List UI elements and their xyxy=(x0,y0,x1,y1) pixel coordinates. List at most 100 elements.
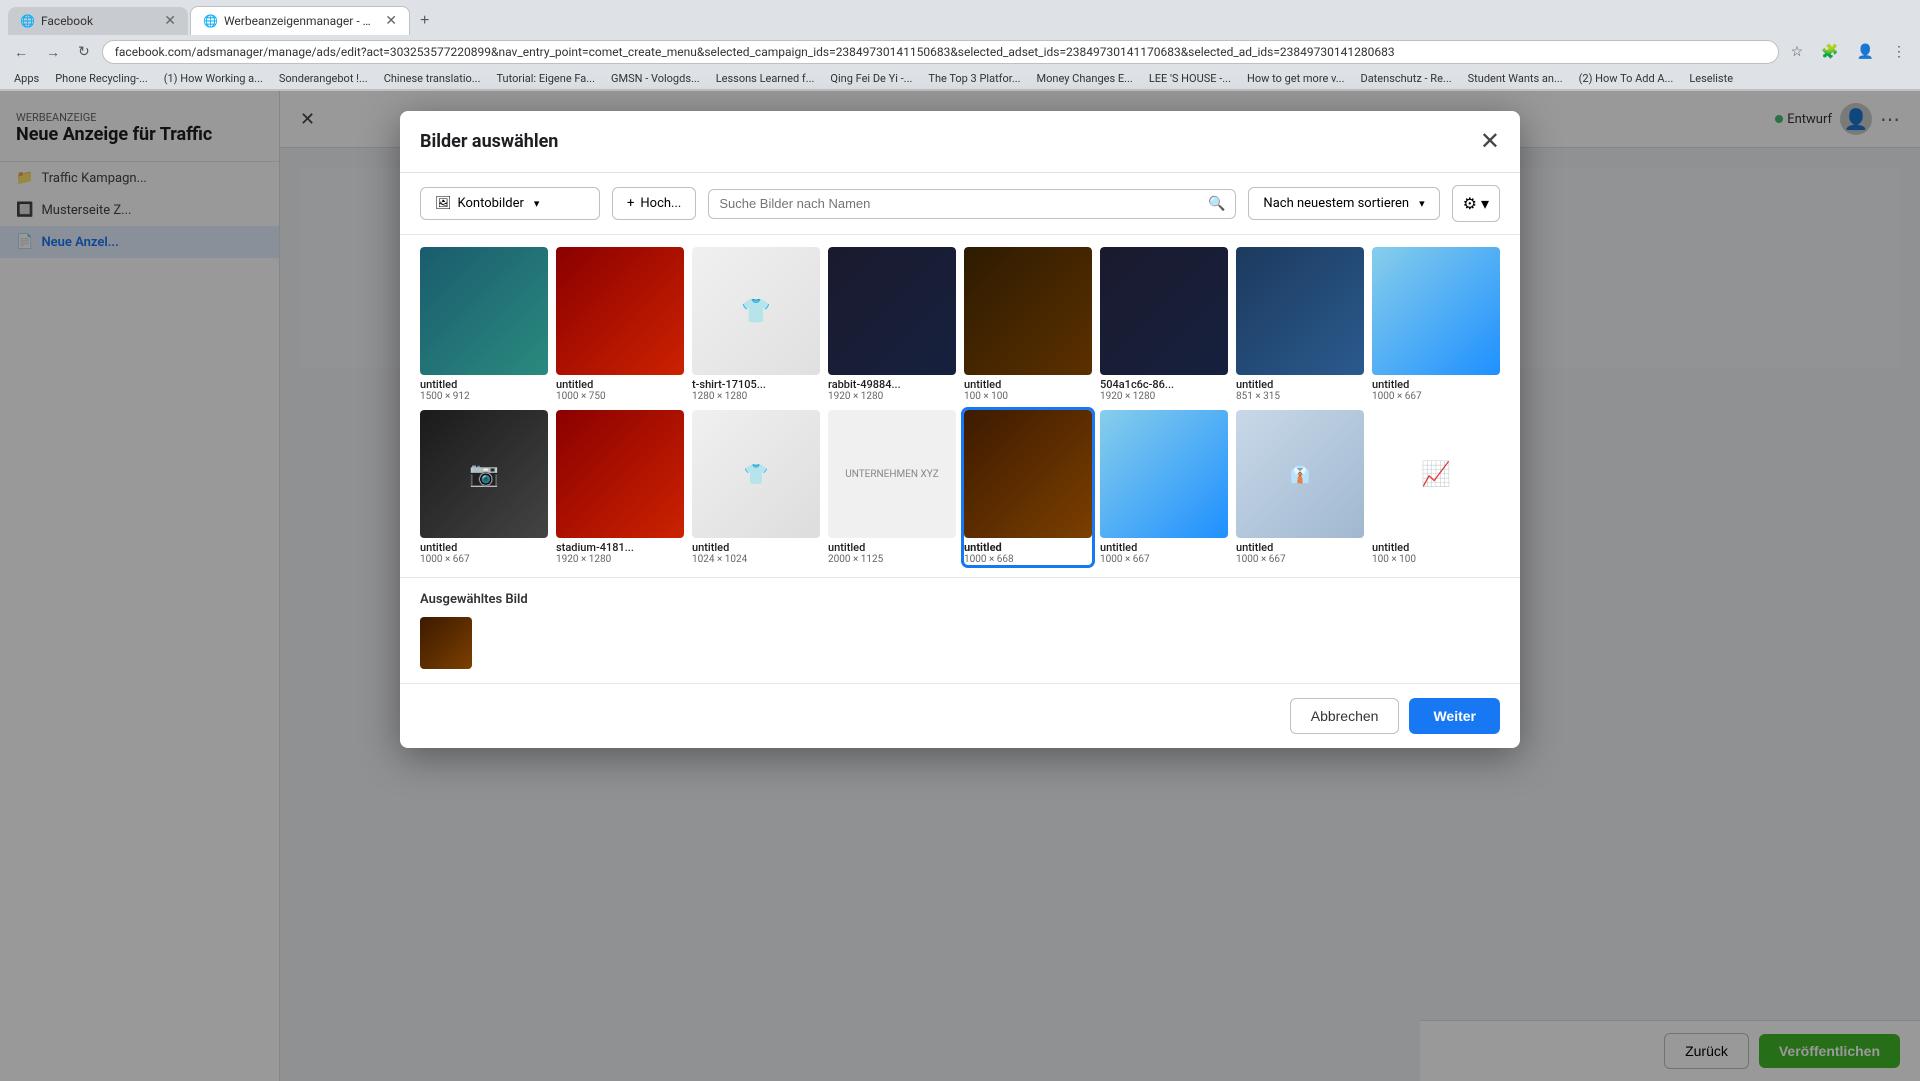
search-bar: 🔍 xyxy=(708,189,1236,219)
back-button[interactable]: ← xyxy=(8,40,34,64)
bookmark-qing[interactable]: Qing Fei De Yi -... xyxy=(824,70,918,87)
image-dims-13: 1000 × 668 xyxy=(964,554,1092,565)
modal-footer: Abbrechen Weiter xyxy=(400,683,1520,748)
image-thumb-15: 👔 xyxy=(1236,410,1364,538)
image-dims-10: 1920 × 1280 xyxy=(556,554,684,565)
bookmark-phone[interactable]: Phone Recycling-... xyxy=(49,70,154,87)
image-item-16[interactable]: 📈 untitled 100 × 100 xyxy=(1372,410,1500,565)
forward-button[interactable]: → xyxy=(40,40,66,64)
bookmark-student[interactable]: Student Wants an... xyxy=(1462,70,1569,87)
image-dims-12: 2000 × 1125 xyxy=(828,554,956,565)
image-label-7: untitled xyxy=(1236,378,1364,391)
image-modal-close[interactable]: ✕ xyxy=(1480,127,1500,156)
image-item-1[interactable]: untitled 1500 × 912 xyxy=(420,247,548,402)
image-label-5: untitled xyxy=(964,378,1092,391)
image-label-6: 504a1c6c-86... xyxy=(1100,378,1228,391)
bookmark-more[interactable]: How to get more v... xyxy=(1241,70,1351,87)
image-dims-5: 100 × 100 xyxy=(964,391,1092,402)
tab-facebook-close[interactable]: ✕ xyxy=(164,13,176,29)
tab-ads-title: Werbeanzeigenmanager - We... xyxy=(224,14,379,28)
image-item-3[interactable]: 👕 t-shirt-17105... 1280 × 1280 xyxy=(692,247,820,402)
image-item-8[interactable]: untitled 1000 × 667 xyxy=(1372,247,1500,402)
tab-ads-close[interactable]: ✕ xyxy=(385,13,397,29)
bookmark-leseliste[interactable]: Leseliste xyxy=(1683,70,1739,87)
image-dims-16: 100 × 100 xyxy=(1372,554,1500,565)
sort-dropdown[interactable]: Nach neuestem sortieren ▾ xyxy=(1248,187,1439,220)
bookmark-chinese[interactable]: Chinese translatio... xyxy=(378,70,487,87)
image-thumb-2 xyxy=(556,247,684,375)
image-dims-15: 1000 × 667 xyxy=(1236,554,1364,565)
image-label-2: untitled xyxy=(556,378,684,391)
bookmark-apps[interactable]: Apps xyxy=(8,70,45,87)
new-tab-button[interactable]: + xyxy=(412,8,437,34)
selected-section: Ausgewähltes Bild xyxy=(400,577,1520,683)
image-item-11[interactable]: 👕 untitled 1024 × 1024 xyxy=(692,410,820,565)
bookmark-how[interactable]: (1) How Working a... xyxy=(158,70,269,87)
image-dims-11: 1024 × 1024 xyxy=(692,554,820,565)
bookmark-money[interactable]: Money Changes E... xyxy=(1031,70,1139,87)
image-label-12: untitled xyxy=(828,541,956,554)
search-input[interactable] xyxy=(719,196,1202,211)
source-dropdown[interactable]: 🖼 Kontobilder ▾ xyxy=(420,187,600,220)
bookmark-top3[interactable]: The Top 3 Platfor... xyxy=(922,70,1026,87)
tab-facebook[interactable]: 🌐 Facebook ✕ xyxy=(8,7,188,35)
image-label-4: rabbit-49884... xyxy=(828,378,956,391)
image-label-15: untitled xyxy=(1236,541,1364,554)
menu-button[interactable]: ⋮ xyxy=(1886,39,1912,64)
image-label-14: untitled xyxy=(1100,541,1228,554)
bookmark-how2[interactable]: (2) How To Add A... xyxy=(1573,70,1680,87)
image-item-12[interactable]: UNTERNEHMEN XYZ untitled 2000 × 1125 xyxy=(828,410,956,565)
filter-button[interactable]: ⚙ ▾ xyxy=(1452,185,1500,222)
tab-bar: 🌐 Facebook ✕ 🌐 Werbeanzeigenmanager - We… xyxy=(0,0,1920,35)
image-thumb-10 xyxy=(556,410,684,538)
image-item-13[interactable]: untitled 1000 × 668 xyxy=(964,410,1092,565)
image-item-4[interactable]: rabbit-49884... 1920 × 1280 xyxy=(828,247,956,402)
image-dims-14: 1000 × 667 xyxy=(1100,554,1228,565)
bookmark-button[interactable]: ☆ xyxy=(1785,39,1810,64)
image-toolbar: 🖼 Kontobilder ▾ + Hoch... 🔍 Nach neueste… xyxy=(400,173,1520,235)
image-modal-title: Bilder auswählen xyxy=(420,131,558,152)
image-picker-modal: Bilder auswählen ✕ 🖼 Kontobilder ▾ + Hoc… xyxy=(400,111,1520,748)
tab-ads-manager[interactable]: 🌐 Werbeanzeigenmanager - We... ✕ xyxy=(190,6,410,35)
main-content: Werbeanzeige Neue Anzeige für Traffic 📁 … xyxy=(0,91,1920,1081)
sort-label: Nach neuestem sortieren xyxy=(1263,196,1409,211)
tab-facebook-icon: 🌐 xyxy=(20,14,35,28)
image-thumb-5 xyxy=(964,247,1092,375)
reload-button[interactable]: ↻ xyxy=(72,39,96,64)
image-thumb-6 xyxy=(1100,247,1228,375)
bookmark-datenschutz[interactable]: Datenschutz - Re... xyxy=(1354,70,1457,87)
image-modal-header: Bilder auswählen ✕ xyxy=(400,111,1520,173)
address-bar[interactable]: facebook.com/adsmanager/manage/ads/edit?… xyxy=(102,40,1779,64)
image-thumb-12: UNTERNEHMEN XYZ xyxy=(828,410,956,538)
source-label: Kontobilder xyxy=(458,196,524,211)
image-thumb-16: 📈 xyxy=(1372,410,1500,538)
image-item-5[interactable]: untitled 100 × 100 xyxy=(964,247,1092,402)
image-item-2[interactable]: untitled 1000 × 750 xyxy=(556,247,684,402)
image-dims-7: 851 × 315 xyxy=(1236,391,1364,402)
image-item-14[interactable]: untitled 1000 × 667 xyxy=(1100,410,1228,565)
image-thumb-11: 👕 xyxy=(692,410,820,538)
upload-button[interactable]: + Hoch... xyxy=(612,187,696,220)
bookmark-lessons[interactable]: Lessons Learned f... xyxy=(710,70,821,87)
image-thumb-9: 📷 xyxy=(420,410,548,538)
confirm-button[interactable]: Weiter xyxy=(1409,698,1500,734)
address-bar-row: ← → ↻ facebook.com/adsmanager/manage/ads… xyxy=(0,35,1920,68)
bookmark-tutorial[interactable]: Tutorial: Eigene Fa... xyxy=(490,70,601,87)
bookmark-lee[interactable]: LEE 'S HOUSE -... xyxy=(1143,70,1237,87)
image-item-6[interactable]: 504a1c6c-86... 1920 × 1280 xyxy=(1100,247,1228,402)
image-grid-row2: 📷 untitled 1000 × 667 stadium-4181... 19… xyxy=(420,410,1500,565)
profile-button[interactable]: 👤 xyxy=(1851,39,1880,64)
image-item-9[interactable]: 📷 untitled 1000 × 667 xyxy=(420,410,548,565)
image-dims-4: 1920 × 1280 xyxy=(828,391,956,402)
image-item-7[interactable]: untitled 851 × 315 xyxy=(1236,247,1364,402)
image-dims-8: 1000 × 667 xyxy=(1372,391,1500,402)
source-icon: 🖼 xyxy=(435,196,452,211)
image-item-10[interactable]: stadium-4181... 1920 × 1280 xyxy=(556,410,684,565)
bookmark-gmsn[interactable]: GMSN - Vologds... xyxy=(605,70,706,87)
bookmark-sonder[interactable]: Sonderangebot !... xyxy=(273,70,374,87)
extensions-button[interactable]: 🧩 xyxy=(1815,39,1844,64)
image-item-15[interactable]: 👔 untitled 1000 × 667 xyxy=(1236,410,1364,565)
upload-label: Hoch... xyxy=(640,196,681,211)
cancel-button[interactable]: Abbrechen xyxy=(1290,698,1400,734)
image-label-1: untitled xyxy=(420,378,548,391)
